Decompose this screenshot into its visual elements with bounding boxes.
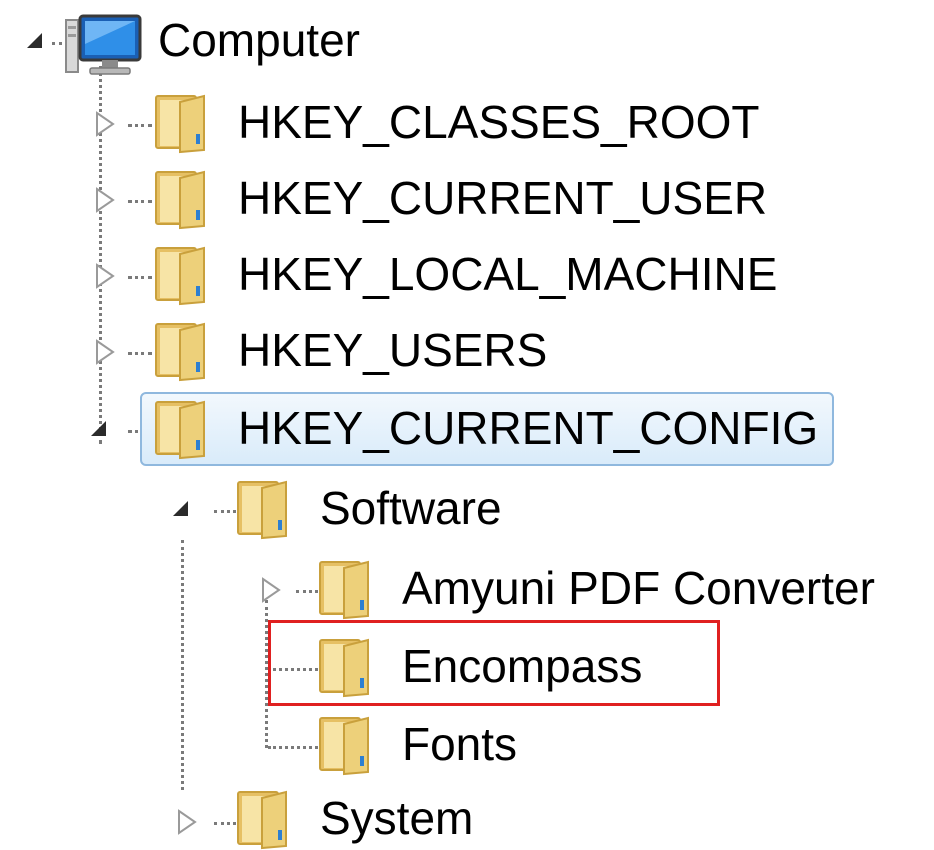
triangle-down-icon[interactable] [24, 30, 46, 58]
tree-node-hkey-current-config[interactable]: HKEY_CURRENT_CONFIG [88, 390, 838, 468]
folder-icon [152, 244, 208, 306]
tree-node-label: HKEY_CURRENT_USER [238, 172, 768, 224]
folder-icon [234, 478, 290, 540]
tree-node-software[interactable]: Software [170, 470, 570, 548]
tree-node-label: System [320, 792, 474, 844]
triangle-right-icon[interactable] [94, 110, 116, 138]
tree-node-system[interactable]: System [170, 782, 570, 850]
tree-node-label: HKEY_LOCAL_MACHINE [238, 248, 778, 300]
triangle-right-icon[interactable] [94, 338, 116, 366]
tree-node-hkey-classes-root[interactable]: HKEY_CLASSES_ROOT [88, 84, 768, 162]
tree-node-fonts[interactable]: Fonts [254, 706, 574, 784]
triangle-right-icon[interactable] [94, 262, 116, 290]
tree-node-label: Amyuni PDF Converter [402, 562, 875, 614]
tree-node-label: Computer [158, 14, 360, 66]
computer-icon [62, 14, 144, 78]
tree-node-label: Software [320, 482, 502, 534]
triangle-down-icon[interactable] [88, 418, 110, 446]
folder-icon [316, 558, 372, 620]
tree-node-label: Fonts [402, 718, 518, 770]
folder-icon [316, 714, 372, 776]
tree-node-hkey-current-user[interactable]: HKEY_CURRENT_USER [88, 160, 768, 238]
folder-icon [152, 398, 208, 460]
folder-icon [152, 320, 208, 382]
tree-node-computer[interactable]: Computer [0, 4, 420, 82]
tree-node-label: HKEY_CURRENT_CONFIG [238, 402, 819, 454]
tree-node-label: HKEY_CLASSES_ROOT [238, 96, 760, 148]
folder-icon [234, 788, 290, 850]
tree-node-encompass[interactable]: Encompass [254, 628, 714, 706]
tree-node-label: Encompass [402, 640, 643, 692]
triangle-right-icon[interactable] [260, 576, 282, 604]
tree-connector [181, 540, 184, 790]
folder-icon [152, 92, 208, 154]
tree-node-hkey-users[interactable]: HKEY_USERS [88, 312, 568, 390]
triangle-right-icon[interactable] [176, 808, 198, 836]
tree-node-hkey-local-machine[interactable]: HKEY_LOCAL_MACHINE [88, 236, 808, 314]
tree-node-label: HKEY_USERS [238, 324, 548, 376]
folder-icon [316, 636, 372, 698]
folder-icon [152, 168, 208, 230]
triangle-right-icon[interactable] [94, 186, 116, 214]
tree-node-amyuni-pdf-converter[interactable]: Amyuni PDF Converter [254, 550, 934, 628]
triangle-down-icon[interactable] [170, 498, 192, 526]
registry-tree: Computer HKEY_CLASSES_ROOT HKEY_CURRENT_… [0, 0, 934, 850]
